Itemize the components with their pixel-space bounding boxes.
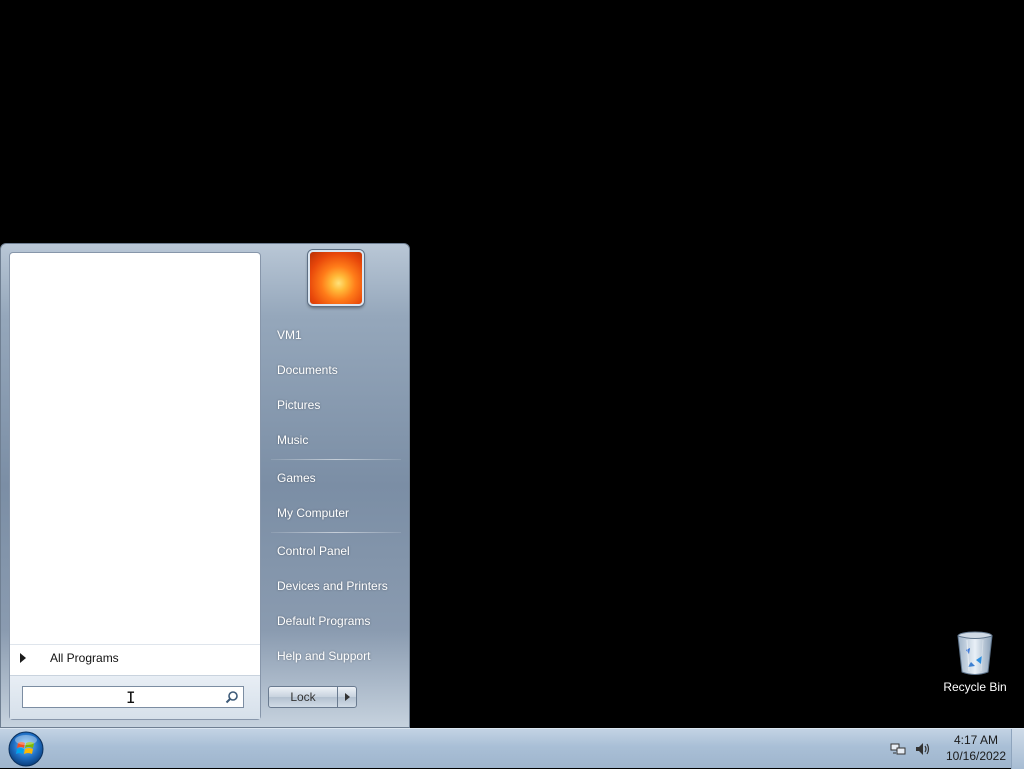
windows-orb-icon[interactable] [6,729,46,769]
show-desktop-button[interactable] [1011,729,1024,769]
right-item-label: Games [277,471,316,485]
lock-button[interactable]: Lock [268,686,338,708]
right-item-games[interactable]: Games [267,463,403,493]
right-item-pictures[interactable]: Pictures [267,390,403,420]
right-item-label: My Computer [277,506,350,520]
right-item-music[interactable]: Music [267,425,403,455]
menu-separator [271,459,401,460]
right-item-label: VM1 [277,328,302,342]
search-icon[interactable] [225,690,239,704]
search-area: I [10,675,260,719]
search-input[interactable] [27,688,221,708]
right-item-label: Devices and Printers [277,579,388,593]
right-item-label: Documents [277,363,338,377]
right-item-my-computer[interactable]: My Computer [267,498,403,528]
chevron-right-icon [345,693,350,701]
clock-time: 4:17 AM [953,733,999,747]
user-avatar[interactable] [308,250,364,306]
right-item-label: Control Panel [277,544,350,558]
right-item-label: Help and Support [277,649,371,663]
power-options-button[interactable] [337,686,357,708]
right-item-help-and-support[interactable]: Help and Support [267,641,403,671]
right-item-label: Pictures [277,398,321,412]
start-menu: All Programs I VM1 Documents Pictures Mu… [0,243,410,728]
right-item-default-programs[interactable]: Default Programs [267,606,403,636]
programs-pane: All Programs I [9,252,261,720]
volume-icon[interactable] [914,741,930,757]
network-icon[interactable] [890,741,906,757]
all-programs-label: All Programs [50,651,119,665]
desktop-icon-recycle-bin[interactable]: Recycle Bin [938,630,1012,694]
text-cursor-icon: I [126,688,136,707]
search-box[interactable]: I [22,686,244,708]
taskbar: 4:17 AM 10/16/2022 [0,728,1024,769]
right-item-label: Music [277,433,309,447]
right-item-control-panel[interactable]: Control Panel [267,536,403,566]
right-item-devices-and-printers[interactable]: Devices and Printers [267,571,403,601]
expand-arrow-icon [20,653,26,663]
right-item-label: Default Programs [277,614,371,628]
all-programs-item[interactable]: All Programs [10,644,260,674]
clock[interactable]: 4:17 AM 10/16/2022 [940,732,1012,764]
clock-date: 10/16/2022 [945,749,1007,763]
right-item-documents[interactable]: Documents [267,355,403,385]
recycle-bin-icon [957,631,993,675]
right-item-vm1[interactable]: VM1 [267,320,403,350]
system-tray: 4:17 AM 10/16/2022 [884,729,1010,769]
menu-separator [271,532,401,533]
recycle-bin-label: Recycle Bin [943,680,1007,694]
